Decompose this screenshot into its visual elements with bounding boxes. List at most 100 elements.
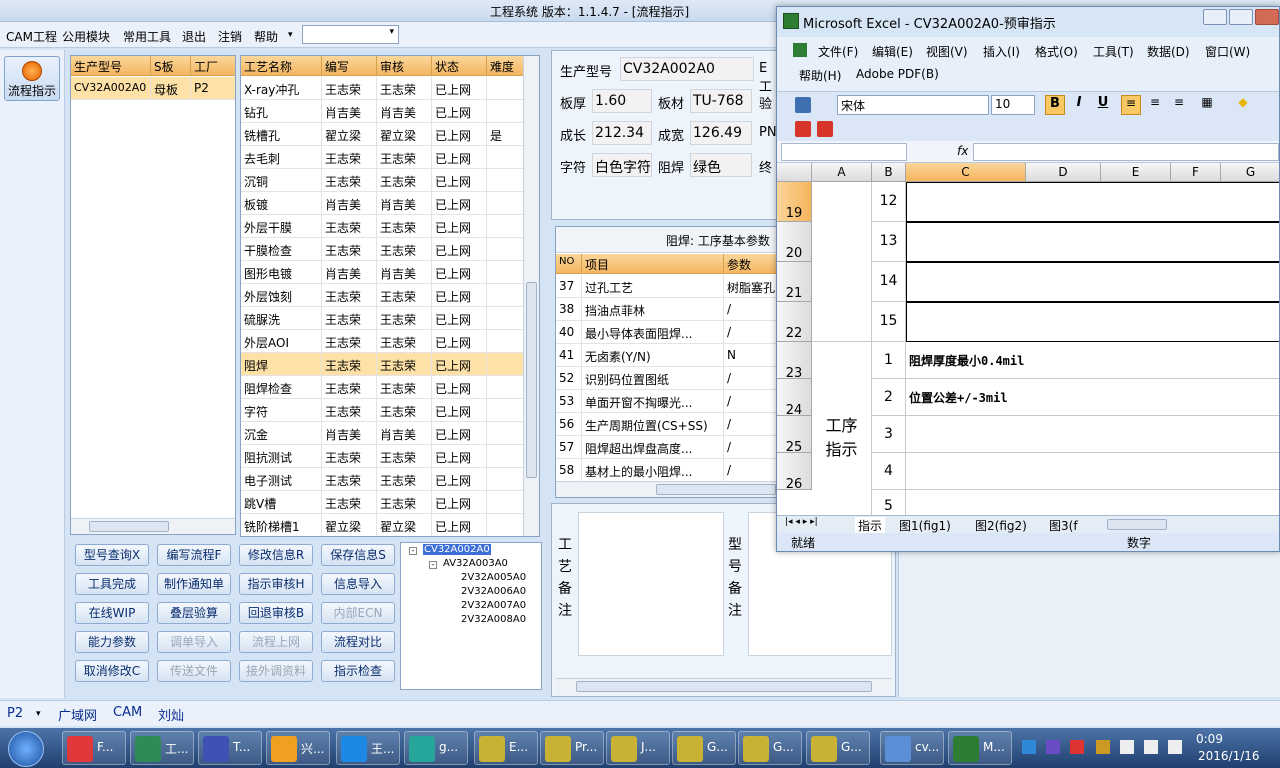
process-cell[interactable]: 王志荣 [377, 169, 432, 192]
process-cell[interactable]: 已上网 [432, 146, 487, 169]
process-cell[interactable]: 已上网 [432, 399, 487, 422]
sheet-tab-active[interactable]: 指示 [855, 517, 886, 534]
action-button[interactable]: 指示检查 [321, 660, 395, 682]
volume-icon[interactable] [1144, 740, 1158, 754]
fx-icon[interactable]: fx [957, 144, 968, 158]
param-cell[interactable]: 52 [556, 367, 582, 390]
chevron-down-icon[interactable]: ▾ [389, 27, 394, 37]
taskbar-item[interactable]: J... [606, 731, 670, 765]
tree-leaf[interactable]: 2V32A006A0 [461, 586, 526, 597]
pdf-icon[interactable] [795, 121, 811, 137]
process-cell[interactable]: 已上网 [432, 307, 487, 330]
process-cell[interactable]: 王志荣 [377, 376, 432, 399]
param-cell[interactable]: 无卤素(Y/N) [582, 344, 724, 367]
bold-icon[interactable]: B [1045, 95, 1065, 115]
param-cell[interactable]: 56 [556, 413, 582, 436]
process-cell[interactable]: 王志荣 [322, 445, 377, 468]
param-cell[interactable]: 过孔工艺 [582, 275, 724, 298]
merged-cell-process-instruction[interactable]: 工序指示 [812, 342, 872, 515]
process-cell[interactable] [487, 468, 525, 491]
thickness-field[interactable]: 1.60 [592, 89, 652, 113]
menu-logout[interactable]: 注销 [218, 28, 242, 45]
cell-c[interactable] [906, 182, 1279, 222]
process-cell[interactable]: 硫脲洗 [241, 307, 322, 330]
process-cell[interactable] [487, 330, 525, 353]
action-button[interactable]: 传送文件 [157, 660, 231, 682]
action-button[interactable]: 工具完成 [75, 573, 149, 595]
name-box[interactable] [781, 143, 907, 161]
process-cell[interactable]: 去毛刺 [241, 146, 322, 169]
action-button[interactable]: 在线WIP [75, 602, 149, 624]
process-cell[interactable] [487, 514, 525, 536]
cell-b[interactable]: 13 [872, 222, 906, 262]
action-button[interactable]: 取消修改C [75, 660, 149, 682]
process-cell[interactable]: 王志荣 [322, 353, 377, 376]
tray-icon[interactable] [1022, 740, 1036, 754]
process-cell[interactable]: 是 [487, 123, 525, 146]
process-cell[interactable]: 字符 [241, 399, 322, 422]
process-cell[interactable]: 图形电镀 [241, 261, 322, 284]
process-cell[interactable] [487, 491, 525, 514]
process-cell[interactable]: 肖吉美 [377, 261, 432, 284]
param-cell[interactable]: / [724, 413, 776, 436]
row-header[interactable]: 20 [777, 222, 812, 262]
column-header[interactable]: C [906, 163, 1026, 182]
taskbar-item[interactable]: G... [672, 731, 736, 765]
process-cell[interactable]: 阻焊检查 [241, 376, 322, 399]
process-cell[interactable]: 肖吉美 [377, 100, 432, 123]
process-cell[interactable]: 沉金 [241, 422, 322, 445]
col-header-s-board[interactable]: S板 [151, 56, 191, 76]
action-button[interactable]: 流程上网 [239, 631, 313, 653]
cell-c[interactable] [906, 262, 1279, 302]
italic-icon[interactable]: I [1069, 95, 1089, 115]
param-cell[interactable]: 41 [556, 344, 582, 367]
excel-menu-tools[interactable]: 工具(T) [1093, 43, 1134, 60]
taskbar-item[interactable]: F... [62, 731, 126, 765]
chevron-down-icon[interactable]: ▾ [36, 709, 41, 719]
col-header-difficulty[interactable]: 难度 [487, 56, 525, 76]
action-button[interactable]: 调单导入 [157, 631, 231, 653]
cell-b[interactable]: 4 [872, 453, 906, 490]
process-cell[interactable] [487, 399, 525, 422]
cell-b[interactable]: 14 [872, 262, 906, 302]
param-cell[interactable]: / [724, 298, 776, 321]
taskbar-item[interactable]: g... [404, 731, 468, 765]
row-header[interactable]: 23 [777, 342, 812, 381]
process-cell[interactable] [487, 146, 525, 169]
process-cell[interactable]: 已上网 [432, 422, 487, 445]
process-cell[interactable]: 王志荣 [322, 284, 377, 307]
taskbar-item[interactable]: cv... [880, 731, 944, 765]
param-cell[interactable]: 最小导体表面阻焊... [582, 321, 724, 344]
param-cell[interactable]: 37 [556, 275, 582, 298]
process-cell[interactable]: 外层AOI [241, 330, 322, 353]
fill-color-icon[interactable]: ◆ [1233, 95, 1253, 115]
process-cell[interactable]: 王志荣 [322, 376, 377, 399]
row-header[interactable]: 21 [777, 262, 812, 302]
process-cell[interactable] [487, 422, 525, 445]
row-header[interactable]: 24 [777, 379, 812, 418]
process-cell[interactable]: 钻孔 [241, 100, 322, 123]
process-cell[interactable]: 已上网 [432, 284, 487, 307]
process-cell[interactable]: 王志荣 [322, 238, 377, 261]
cell-b[interactable]: 2 [872, 379, 906, 416]
process-cell[interactable]: 板镀 [241, 192, 322, 215]
action-button[interactable]: 指示审核H [239, 573, 313, 595]
process-cell[interactable] [487, 307, 525, 330]
action-button[interactable]: 能力参数 [75, 631, 149, 653]
chevron-down-icon[interactable]: ▾ [288, 30, 293, 40]
col-header-model[interactable]: 生产型号 [71, 56, 151, 76]
taskbar-item[interactable]: 兴... [266, 731, 330, 765]
factory-cell[interactable]: P2 [191, 77, 235, 100]
process-cell[interactable] [487, 100, 525, 123]
taskbar-item[interactable]: M... [948, 731, 1012, 765]
process-cell[interactable]: 已上网 [432, 491, 487, 514]
process-cell[interactable]: 王志荣 [322, 307, 377, 330]
row-header[interactable]: 19 [777, 182, 812, 222]
taskbar-item[interactable]: 工... [130, 731, 194, 765]
process-cell[interactable]: 王志荣 [377, 399, 432, 422]
underline-icon[interactable]: U [1093, 95, 1113, 115]
param-cell[interactable]: / [724, 459, 776, 482]
action-button[interactable]: 制作通知单 [157, 573, 231, 595]
process-cell[interactable]: 翟立梁 [322, 514, 377, 536]
process-cell[interactable]: 肖吉美 [377, 422, 432, 445]
